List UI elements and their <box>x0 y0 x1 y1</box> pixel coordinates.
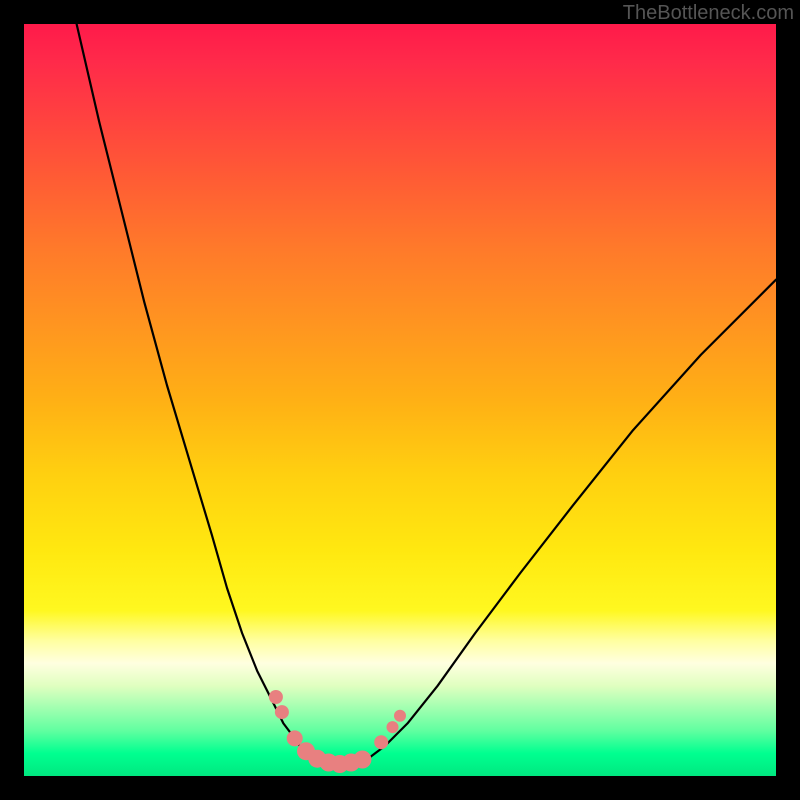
watermark-text: TheBottleneck.com <box>623 2 794 25</box>
chart-plot-area <box>24 24 776 776</box>
